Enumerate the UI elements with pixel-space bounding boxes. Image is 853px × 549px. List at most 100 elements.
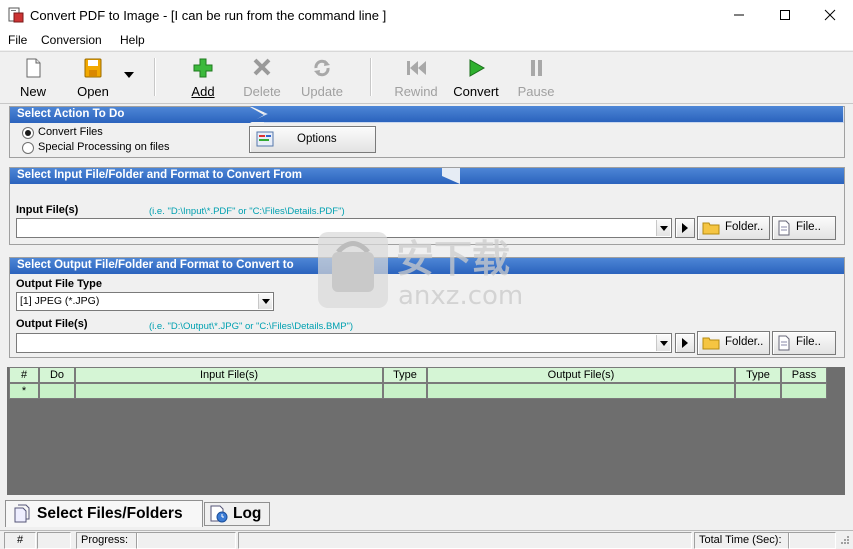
rewind-button[interactable]: Rewind	[391, 57, 441, 99]
convert-files-radio[interactable]	[22, 127, 34, 139]
tab-select-files[interactable]: Select Files/Folders	[5, 500, 203, 527]
input-file-button[interactable]: File..	[772, 216, 836, 240]
rewind-icon	[407, 61, 426, 75]
output-type-select[interactable]: [1] JPEG (*.JPG)	[16, 292, 274, 311]
play-arrow-icon	[682, 223, 688, 233]
new-document-icon	[26, 58, 41, 78]
special-processing-radio[interactable]	[22, 142, 34, 154]
pause-icon	[531, 60, 542, 76]
grid-cell[interactable]	[383, 383, 427, 399]
output-folder-label: Folder..	[725, 336, 764, 348]
options-label: Options	[297, 133, 337, 145]
menu-help[interactable]: Help	[120, 33, 145, 47]
update-button[interactable]: Update	[297, 57, 347, 99]
output-file-button[interactable]: File..	[772, 331, 836, 355]
convert-files-label[interactable]: Convert Files	[38, 126, 103, 138]
grid-col-type2: Type	[735, 367, 781, 383]
add-plus-icon	[193, 58, 213, 78]
maximize-icon	[780, 10, 790, 20]
close-button[interactable]	[807, 0, 853, 30]
log-clock-icon	[210, 505, 228, 523]
action-panel-title: Select Action To Do	[17, 108, 125, 120]
app-pdf-icon	[8, 7, 24, 23]
file-grid[interactable]: # Do Input File(s) Type Output File(s) T…	[7, 367, 845, 495]
input-folder-label: Folder..	[725, 221, 764, 233]
status-count	[37, 532, 71, 549]
output-type-value: [1] JPEG (*.JPG)	[20, 295, 100, 307]
input-folder-button[interactable]: Folder..	[697, 216, 770, 240]
output-combo-dropdown-icon[interactable]	[656, 335, 670, 351]
minimize-icon	[734, 14, 744, 16]
menu-file[interactable]: File	[8, 33, 27, 47]
special-processing-label[interactable]: Special Processing on files	[38, 141, 169, 153]
convert-button[interactable]: Convert	[451, 57, 501, 99]
grid-col-do: Do	[39, 367, 75, 383]
grid-col-pass: Pass	[781, 367, 827, 383]
output-files-hint: (i.e. "D:\Output\*.JPG" or "C:\Files\Det…	[149, 321, 354, 332]
watermark-sub: anxz.com	[398, 281, 523, 310]
open-save-icon	[84, 58, 102, 78]
file-icon	[778, 335, 790, 351]
input-files-hint: (i.e. "D:\Input\*.PDF" or "C:\Files\Deta…	[149, 206, 345, 217]
options-button[interactable]: Options	[249, 126, 376, 153]
grid-col-hash: #	[9, 367, 39, 383]
grid-new-row-marker[interactable]: *	[9, 383, 39, 399]
menu-conversion[interactable]: Conversion	[41, 33, 102, 47]
new-label: New	[19, 84, 46, 99]
grid-col-input: Input File(s)	[75, 367, 383, 383]
tab-log[interactable]: Log	[204, 502, 270, 526]
add-button[interactable]: Add	[178, 57, 228, 99]
output-type-label: Output File Type	[16, 278, 102, 290]
toolbar-separator	[370, 58, 372, 96]
folder-icon	[702, 222, 720, 235]
tab-log-label: Log	[233, 505, 262, 522]
header-right-band-wide	[250, 106, 843, 122]
rewind-label: Rewind	[394, 84, 438, 99]
play-arrow-icon	[682, 338, 688, 348]
grid-cell[interactable]	[75, 383, 383, 399]
open-label: Open	[77, 84, 109, 99]
update-refresh-icon	[314, 59, 330, 77]
open-button[interactable]: Open	[68, 57, 118, 99]
pause-button[interactable]: Pause	[511, 57, 561, 99]
folder-icon	[702, 337, 720, 350]
input-files-label: Input File(s)	[16, 204, 79, 216]
pause-label: Pause	[517, 84, 555, 99]
new-button[interactable]: New	[8, 57, 58, 99]
input-panel-title: Select Input File/Folder and Format to C…	[17, 169, 302, 181]
grid-cell[interactable]	[735, 383, 781, 399]
grid-cell[interactable]	[781, 383, 827, 399]
convert-play-icon	[469, 59, 486, 77]
tab-select-files-label: Select Files/Folders	[37, 505, 183, 522]
open-dropdown-arrow-icon[interactable]	[124, 72, 134, 78]
delete-label: Delete	[243, 84, 281, 99]
output-browse-arrow-button[interactable]	[675, 333, 695, 353]
status-total-time-label: Total Time (Sec):	[694, 532, 790, 549]
status-total-time-value	[788, 532, 836, 549]
delete-button[interactable]: Delete	[237, 57, 287, 99]
input-combo-dropdown-icon[interactable]	[656, 220, 670, 236]
input-browse-arrow-button[interactable]	[675, 218, 695, 238]
output-file-label: File..	[796, 336, 821, 348]
toolbar-separator	[154, 58, 156, 96]
window-title: Convert PDF to Image - [I can be run fro…	[30, 8, 387, 23]
status-progress-label: Progress:	[76, 532, 138, 549]
options-settings-icon	[256, 131, 274, 147]
output-files-label: Output File(s)	[16, 318, 88, 330]
grid-cell[interactable]	[39, 383, 75, 399]
status-progress-bar	[136, 532, 236, 549]
watermark-text: 安下载	[396, 237, 510, 281]
maximize-button[interactable]	[762, 0, 808, 30]
minimize-button[interactable]	[716, 0, 762, 30]
grid-col-type: Type	[383, 367, 427, 383]
delete-x-icon	[253, 58, 271, 76]
resize-grip-icon[interactable]	[838, 533, 851, 546]
close-icon	[824, 9, 836, 21]
convert-label: Convert	[453, 84, 499, 99]
grid-cell[interactable]	[427, 383, 735, 399]
output-type-dropdown-icon[interactable]	[258, 294, 272, 309]
output-folder-button[interactable]: Folder..	[697, 331, 770, 355]
file-icon	[778, 220, 790, 236]
update-label: Update	[301, 84, 343, 99]
output-files-combo[interactable]	[16, 333, 672, 353]
